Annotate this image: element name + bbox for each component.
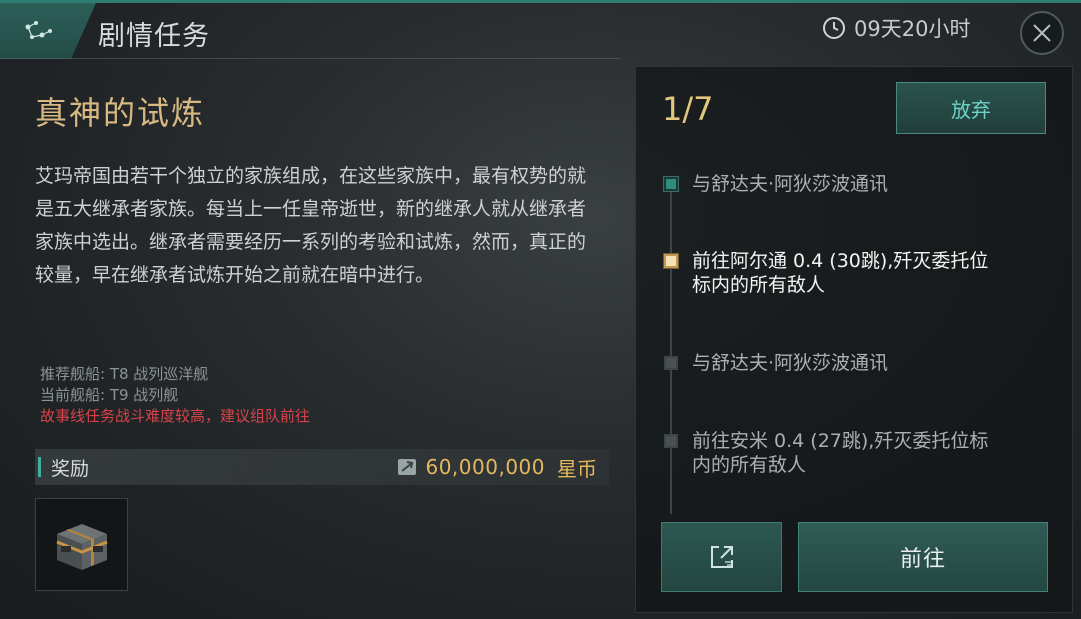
clock-icon	[823, 17, 845, 39]
step-pending-marker	[664, 356, 678, 370]
top-accent-line	[0, 0, 1081, 3]
header-divider	[0, 58, 620, 59]
share-link-button[interactable]	[661, 522, 782, 592]
page-title: 剧情任务	[98, 21, 210, 52]
step-text: 与舒达夫·阿狄莎波通讯	[692, 352, 889, 374]
mission-type-badge	[0, 3, 96, 59]
reward-value: 60,000,000	[425, 455, 545, 479]
abandon-button[interactable]: 放弃	[896, 82, 1046, 134]
step-text: 前往阿尔通 0.4 (30跳),歼灭委托位标内的所有敌人	[692, 250, 989, 296]
supply-crate-icon	[55, 523, 108, 570]
reward-bar: 奖励 60,000,000 星币	[35, 449, 609, 485]
mission-meta: 推荐舰船: T8 战列巡洋舰 当前舰船: T9 战列舰 故事线任务战斗难度较高，…	[40, 364, 310, 427]
current-ship: 当前舰船: T9 战列舰	[40, 386, 179, 404]
step-text: 前往安米 0.4 (27跳),歼灭委托位标内的所有敌人	[692, 430, 989, 476]
step-active-marker	[664, 254, 678, 268]
reward-unit: 星币	[557, 456, 597, 481]
external-link-icon	[710, 546, 733, 568]
mission-timer: 09天20小时	[822, 14, 970, 42]
star-coin-icon	[398, 459, 417, 475]
reward-accent	[38, 457, 41, 477]
close-icon	[1033, 24, 1051, 42]
difficulty-warning: 故事线任务战斗难度较高，建议组队前往	[40, 407, 311, 425]
reward-label: 奖励	[51, 457, 90, 480]
network-nodes-icon	[25, 21, 52, 39]
objective-step: 前往安米 0.4 (27跳),歼灭委托位标内的所有敌人	[664, 429, 1024, 477]
mission-title: 真神的试炼	[35, 94, 206, 132]
reward-item-slot[interactable]	[35, 498, 128, 591]
recommended-ship: 推荐舰船: T8 战列巡洋舰	[40, 365, 209, 383]
step-done-marker	[664, 177, 678, 191]
reward-amount: 60,000,000 星币	[397, 453, 597, 482]
step-text: 与舒达夫·阿狄莎波通讯	[692, 173, 889, 195]
go-button[interactable]: 前往	[798, 522, 1048, 592]
objective-step: 与舒达夫·阿狄莎波通讯	[664, 172, 1024, 196]
mission-description: 艾玛帝国由若干个独立的家族组成，在这些家族中，最有权势的就是五大继承者家族。每当…	[35, 165, 587, 286]
step-pending-marker	[664, 434, 678, 448]
objective-step: 与舒达夫·阿狄莎波通讯	[664, 351, 1024, 375]
close-button[interactable]	[1020, 11, 1064, 55]
objective-step: 前往阿尔通 0.4 (30跳),歼灭委托位标内的所有敌人	[664, 249, 1024, 297]
timer-text: 09天20小时	[854, 17, 971, 41]
progress-counter: 1/7	[662, 90, 714, 128]
